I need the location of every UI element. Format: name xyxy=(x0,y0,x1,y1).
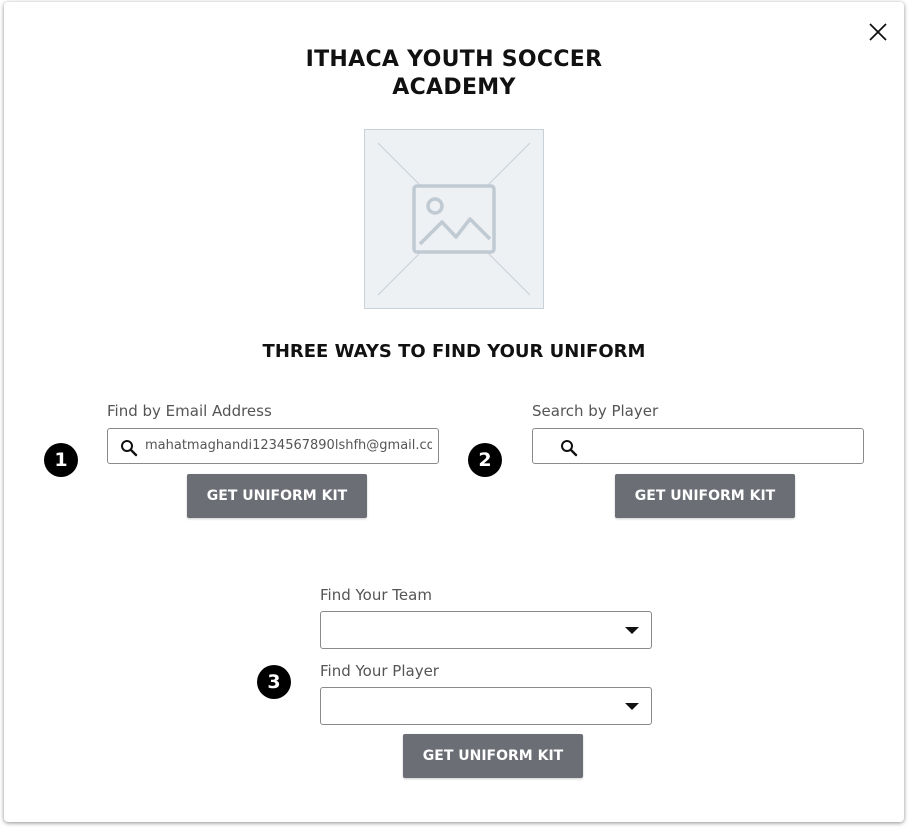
section-heading: THREE WAYS TO FIND YOUR UNIFORM xyxy=(262,341,646,362)
email-label: Find by Email Address xyxy=(107,402,272,420)
modal-title-line-1: ITHACA YOUTH SOCCER xyxy=(305,47,603,72)
uniform-finder-modal: ITHACA YOUTH SOCCER ACADEMY THREE WAYS T… xyxy=(4,2,904,822)
player-search-input[interactable] xyxy=(532,428,864,464)
search-icon xyxy=(561,440,578,457)
close-icon[interactable] xyxy=(866,20,890,44)
modal-title-line-2: ACADEMY xyxy=(392,75,516,100)
team-label: Find Your Team xyxy=(320,586,432,604)
search-icon xyxy=(121,440,138,457)
step-1-badge: 1 xyxy=(44,443,78,477)
modal-title: ITHACA YOUTH SOCCER ACADEMY xyxy=(4,46,904,102)
get-uniform-kit-team-button[interactable]: GET UNIFORM KIT xyxy=(403,734,583,778)
step-2-badge: 2 xyxy=(468,443,502,477)
player-select[interactable] xyxy=(320,687,652,725)
player-search-value xyxy=(585,429,857,463)
chevron-down-icon xyxy=(625,703,639,710)
player-search-label: Search by Player xyxy=(532,402,659,420)
team-select[interactable] xyxy=(320,611,652,649)
chevron-down-icon xyxy=(625,627,639,634)
get-uniform-kit-email-button[interactable]: GET UNIFORM KIT xyxy=(187,474,367,518)
get-uniform-kit-player-button[interactable]: GET UNIFORM KIT xyxy=(615,474,795,518)
email-field[interactable]: mahatmaghandi1234567890lshfh@gmail.com xyxy=(107,428,439,464)
player-label: Find Your Player xyxy=(320,662,439,680)
step-3-badge: 3 xyxy=(257,665,291,699)
image-placeholder-icon xyxy=(364,129,544,309)
email-field-value: mahatmaghandi1234567890lshfh@gmail.com xyxy=(145,438,432,453)
